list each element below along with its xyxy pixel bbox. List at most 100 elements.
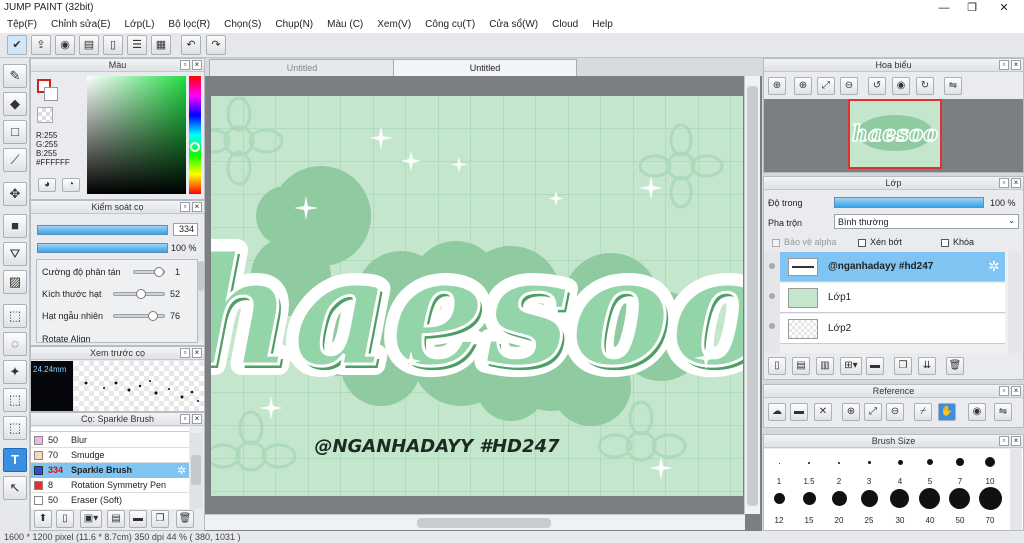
close-icon[interactable]: × bbox=[1011, 436, 1021, 446]
zoom-in-icon[interactable]: ⊕ bbox=[768, 77, 786, 95]
layer-folder-icon[interactable]: ▬ bbox=[866, 357, 884, 375]
line-tool-icon[interactable]: ⟋ bbox=[3, 148, 27, 172]
layer-row[interactable]: Lớp2 bbox=[780, 314, 1005, 344]
settings-gear-icon[interactable]: ✲ bbox=[177, 464, 186, 477]
detach-icon[interactable]: ▫ bbox=[999, 60, 1009, 70]
list-item[interactable]: 50 Blur bbox=[31, 433, 189, 448]
open-folder-icon[interactable]: ▬ bbox=[790, 403, 808, 421]
lasso-tool-icon[interactable]: ◌ bbox=[3, 332, 27, 356]
param-slider[interactable] bbox=[113, 289, 165, 299]
close-icon[interactable]: × bbox=[1011, 386, 1021, 396]
size-dot[interactable] bbox=[861, 490, 878, 507]
params-scrollbar[interactable] bbox=[198, 261, 204, 341]
fit-icon[interactable]: ⤢ bbox=[817, 77, 835, 95]
new-brush-icon[interactable]: ▯ bbox=[56, 510, 74, 528]
undo-icon[interactable]: ↶ bbox=[181, 35, 201, 55]
palette-icon[interactable]: ◕ bbox=[38, 178, 56, 192]
detach-icon[interactable]: ▫ bbox=[999, 178, 1009, 188]
menu-view[interactable]: Xem(V) bbox=[370, 16, 418, 33]
duplicate-icon[interactable]: ❐ bbox=[151, 510, 169, 528]
tab-untitled-2[interactable]: Untitled bbox=[393, 59, 577, 76]
detach-icon[interactable]: ▫ bbox=[999, 436, 1009, 446]
comment-icon[interactable]: ▤ bbox=[79, 35, 99, 55]
new-layer-icon[interactable]: ▯ bbox=[768, 357, 786, 375]
reset-view-icon[interactable]: ◉ bbox=[892, 77, 910, 95]
eraser-tool-icon[interactable]: ◆ bbox=[3, 92, 27, 116]
menu-select[interactable]: Chọn(S) bbox=[217, 16, 268, 33]
detach-icon[interactable]: ▫ bbox=[180, 348, 190, 358]
param-slider[interactable] bbox=[113, 311, 165, 321]
size-dot[interactable] bbox=[898, 460, 903, 465]
menu-color[interactable]: Màu (C) bbox=[320, 16, 370, 33]
detach-icon[interactable]: ▫ bbox=[180, 414, 190, 424]
layer-row[interactable]: Lớp1 bbox=[780, 283, 1005, 313]
artwork-canvas[interactable]: haesoo haesoo haesoo @NGANHADAYY #HD247 bbox=[211, 96, 743, 496]
saturation-value-picker[interactable] bbox=[87, 76, 186, 194]
brush-list-scrollbar[interactable] bbox=[190, 433, 202, 509]
menu-cloud[interactable]: Cloud bbox=[545, 16, 585, 33]
menu-help[interactable]: Help bbox=[585, 16, 620, 33]
zoom-out-icon[interactable]: ⊖ bbox=[840, 77, 858, 95]
menu-file[interactable]: Tệp(F) bbox=[0, 16, 44, 33]
size-dot[interactable] bbox=[803, 492, 816, 505]
document-icon[interactable]: ▯ bbox=[103, 35, 123, 55]
magic-wand-tool-icon[interactable]: ✦ bbox=[3, 360, 27, 384]
brush-size-scrollbar[interactable] bbox=[1010, 449, 1022, 530]
list-item[interactable]: 50 Eraser (Soft) bbox=[31, 493, 189, 508]
list-item[interactable]: 8 Rotation Symmetry Pen bbox=[31, 478, 189, 493]
ref-zoom-out-icon[interactable]: ⊖ bbox=[886, 403, 904, 421]
hue-slider[interactable] bbox=[189, 76, 201, 194]
visibility-icon[interactable] bbox=[769, 323, 775, 329]
layer-settings-gear-icon[interactable]: ✲ bbox=[988, 258, 1000, 275]
cloud-upload-icon[interactable]: ☁ bbox=[768, 403, 786, 421]
share-icon[interactable]: ⇪ bbox=[31, 35, 51, 55]
clipping-checkbox[interactable] bbox=[858, 239, 866, 247]
blend-mode-select[interactable]: Bình thường ⌄ bbox=[834, 214, 1019, 229]
select-rect-tool-icon[interactable]: ⬚ bbox=[3, 304, 27, 328]
protect-alpha-checkbox[interactable] bbox=[772, 239, 780, 247]
hand-tool-icon[interactable]: ✋ bbox=[938, 403, 956, 421]
folder-icon[interactable]: ▬ bbox=[129, 510, 147, 528]
size-dot[interactable] bbox=[838, 462, 840, 464]
ref-rotate-icon[interactable]: ◉ bbox=[968, 403, 986, 421]
close-icon[interactable]: × bbox=[192, 348, 202, 358]
size-dot[interactable] bbox=[956, 458, 964, 466]
list-icon[interactable]: ☰ bbox=[127, 35, 147, 55]
rectangle-tool-icon[interactable]: □ bbox=[3, 120, 27, 144]
close-icon[interactable]: × bbox=[192, 60, 202, 70]
scroll-thumb[interactable] bbox=[747, 86, 758, 506]
new-layer-alt-icon[interactable]: ▤ bbox=[792, 357, 810, 375]
duplicate-layer-icon[interactable]: ❐ bbox=[894, 357, 912, 375]
scroll-thumb[interactable] bbox=[191, 455, 201, 485]
close-icon[interactable]: × bbox=[192, 414, 202, 424]
brush-settings-icon[interactable]: ▤ bbox=[107, 510, 125, 528]
param-slider[interactable] bbox=[133, 267, 165, 277]
delete-icon[interactable]: 🗑 bbox=[176, 510, 194, 528]
brush-size-value[interactable]: 334 bbox=[173, 223, 198, 236]
size-dot[interactable] bbox=[890, 489, 909, 508]
visibility-icon[interactable] bbox=[769, 263, 775, 269]
size-dot[interactable] bbox=[774, 493, 785, 504]
tab-untitled-1[interactable]: Untitled bbox=[209, 59, 395, 76]
background-color-swatch[interactable] bbox=[44, 87, 58, 101]
detach-icon[interactable]: ▫ bbox=[180, 202, 190, 212]
layer-row-selected[interactable]: @nganhadayy #hd247 ✲ bbox=[780, 252, 1005, 282]
menu-capture[interactable]: Chụp(N) bbox=[268, 16, 320, 33]
scroll-thumb[interactable] bbox=[198, 261, 204, 291]
lock-checkbox[interactable] bbox=[941, 239, 949, 247]
brush-size-slider[interactable] bbox=[37, 225, 168, 235]
operation-tool-icon[interactable]: ↖ bbox=[3, 476, 27, 500]
list-item-selected[interactable]: 334 Sparkle Brush ✲ bbox=[31, 463, 189, 478]
merge-layer-icon[interactable]: ⇊ bbox=[918, 357, 936, 375]
ref-flip-icon[interactable]: ⇋ bbox=[994, 403, 1012, 421]
menu-filter[interactable]: Bộ lọc(R) bbox=[161, 16, 217, 33]
detach-icon[interactable]: ▫ bbox=[999, 386, 1009, 396]
flip-icon[interactable]: ⇋ bbox=[944, 77, 962, 95]
menu-window[interactable]: Cửa sổ(W) bbox=[482, 16, 545, 33]
detach-icon[interactable]: ▫ bbox=[180, 60, 190, 70]
brush-tool-icon[interactable]: ✎ bbox=[3, 64, 27, 88]
maximize-button[interactable]: ❐ bbox=[958, 0, 986, 16]
minimize-button[interactable]: — bbox=[930, 0, 958, 16]
rotate-right-icon[interactable]: ↻ bbox=[916, 77, 934, 95]
canvas-horizontal-scrollbar[interactable] bbox=[205, 514, 745, 530]
